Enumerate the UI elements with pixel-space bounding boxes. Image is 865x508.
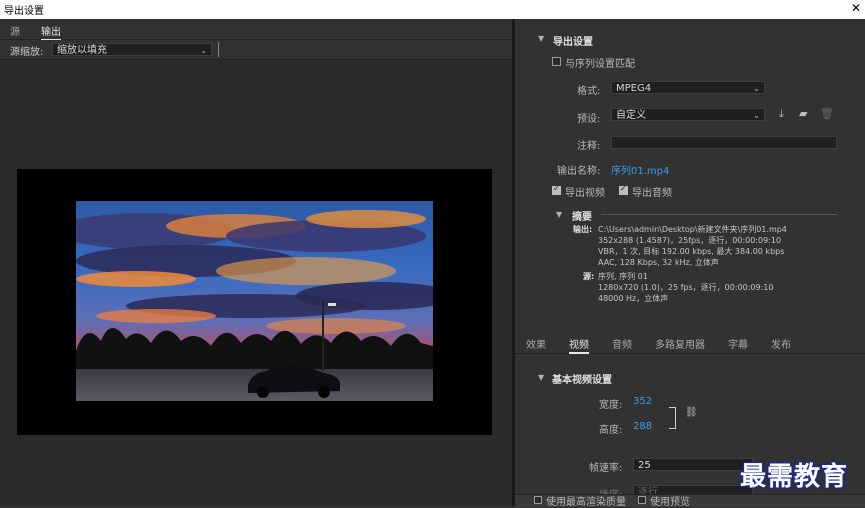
height-value[interactable]: 288: [633, 421, 652, 432]
summary-output-label: 输出:: [573, 225, 593, 234]
chevron-down-icon[interactable]: ▼: [556, 210, 562, 219]
source-scaling-dropdown[interactable]: 缩放以填充 ⌄: [52, 43, 212, 56]
close-icon[interactable]: ✕: [851, 1, 861, 15]
preset-value: 自定义: [616, 110, 646, 121]
summary-output-line: VBR，1 次, 目标 192.00 kbps, 最大 384.00 kbps: [598, 247, 785, 256]
preset-label: 预设:: [577, 114, 601, 125]
chevron-down-icon[interactable]: ▼: [538, 373, 544, 382]
aspect-bracket: [669, 407, 676, 429]
export-video-label: 导出视频: [565, 188, 605, 199]
summary-rule: [601, 214, 837, 215]
window-titlebar: 导出设置 ✕: [0, 0, 865, 19]
frame-rate-label: 帧速率:: [589, 463, 623, 474]
tab-output[interactable]: 输出: [41, 23, 61, 41]
window-title: 导出设置: [4, 6, 44, 17]
summary-source-label: 源:: [583, 272, 595, 281]
tab-multiplexer[interactable]: 多路复用器: [655, 336, 705, 351]
summary-source-line: 序列, 序列 01: [598, 272, 648, 281]
chevron-down-icon[interactable]: ▼: [538, 34, 544, 43]
format-label: 格式:: [577, 86, 601, 97]
max-render-quality-checkbox[interactable]: [534, 496, 542, 504]
format-value: MPEG4: [616, 83, 652, 94]
output-name-label: 输出名称:: [557, 166, 601, 177]
tab-captions[interactable]: 字幕: [728, 336, 748, 351]
tab-source[interactable]: 源: [10, 23, 20, 38]
source-scaling-value: 缩放以填充: [57, 45, 107, 56]
frame-rate-dropdown[interactable]: 25: [633, 458, 753, 471]
summary-header[interactable]: 摘要: [572, 208, 592, 223]
export-settings-header[interactable]: 导出设置: [553, 33, 593, 48]
video-preview-image: [76, 201, 433, 401]
format-dropdown[interactable]: MPEG4 ⌄: [611, 81, 765, 94]
use-previews-checkbox[interactable]: [638, 496, 646, 504]
preset-dropdown[interactable]: 自定义 ⌄: [611, 108, 765, 121]
match-sequence-label: 与序列设置匹配: [565, 59, 635, 70]
tab-publish[interactable]: 发布: [771, 336, 791, 351]
width-label: 宽度:: [599, 400, 623, 411]
basic-video-header[interactable]: 基本视频设置: [552, 371, 612, 386]
tab-audio[interactable]: 音频: [612, 336, 632, 351]
match-sequence-checkbox[interactable]: [552, 57, 561, 66]
summary-source-line: 1280x720 (1.0)，25 fps，逐行，00:00:09:10: [598, 283, 774, 292]
tab-effects[interactable]: 效果: [526, 336, 546, 351]
preview-tabs: 源 输出: [0, 19, 512, 41]
summary-source-line: 48000 Hz，立体声: [598, 294, 669, 303]
summary-output-line: 352x288 (1.4587)，25fps，逐行，00:00:09:10: [598, 236, 782, 245]
settings-panel: ▼ 导出设置 与序列设置匹配 格式: MPEG4 ⌄ 预设: 自定义 ⌄ ⤓ ▰…: [515, 19, 865, 506]
divider: [218, 42, 219, 57]
chevron-down-icon: ⌄: [200, 46, 207, 55]
width-value[interactable]: 352: [633, 396, 652, 407]
link-icon[interactable]: ⛓: [685, 407, 698, 418]
bottom-options-bar: 使用最高渲染质量 使用预览: [515, 494, 865, 508]
output-name-link[interactable]: 序列01.mp4: [611, 162, 669, 177]
summary-output-line: AAC, 128 Kbps, 32 kHz, 立体声: [598, 258, 719, 267]
source-scaling-bar: 源缩放: 缩放以填充 ⌄: [0, 40, 512, 60]
chevron-down-icon: ⌄: [753, 84, 760, 93]
chevron-down-icon: ⌄: [753, 111, 760, 120]
save-preset-icon[interactable]: ⤓: [779, 107, 784, 121]
export-audio-label: 导出音频: [632, 188, 672, 199]
height-label: 高度:: [599, 425, 623, 436]
frame-rate-value: 25: [638, 460, 651, 471]
export-video-checkbox[interactable]: [552, 184, 561, 195]
export-audio-checkbox[interactable]: [619, 184, 628, 195]
import-preset-icon[interactable]: ▰: [799, 107, 807, 120]
comments-label: 注释:: [577, 141, 601, 152]
delete-preset-icon[interactable]: 🗑: [820, 107, 834, 120]
settings-tabs: 效果 视频 音频 多路复用器 字幕 发布: [515, 331, 865, 354]
summary-output-line: C:\Users\admin\Desktop\新建文件夹\序列01.mp4: [598, 225, 787, 234]
comments-input[interactable]: [611, 136, 837, 149]
source-scaling-label: 源缩放:: [10, 47, 44, 58]
tab-video[interactable]: 视频: [569, 336, 589, 354]
watermark-logo: 最需教育: [740, 462, 849, 492]
